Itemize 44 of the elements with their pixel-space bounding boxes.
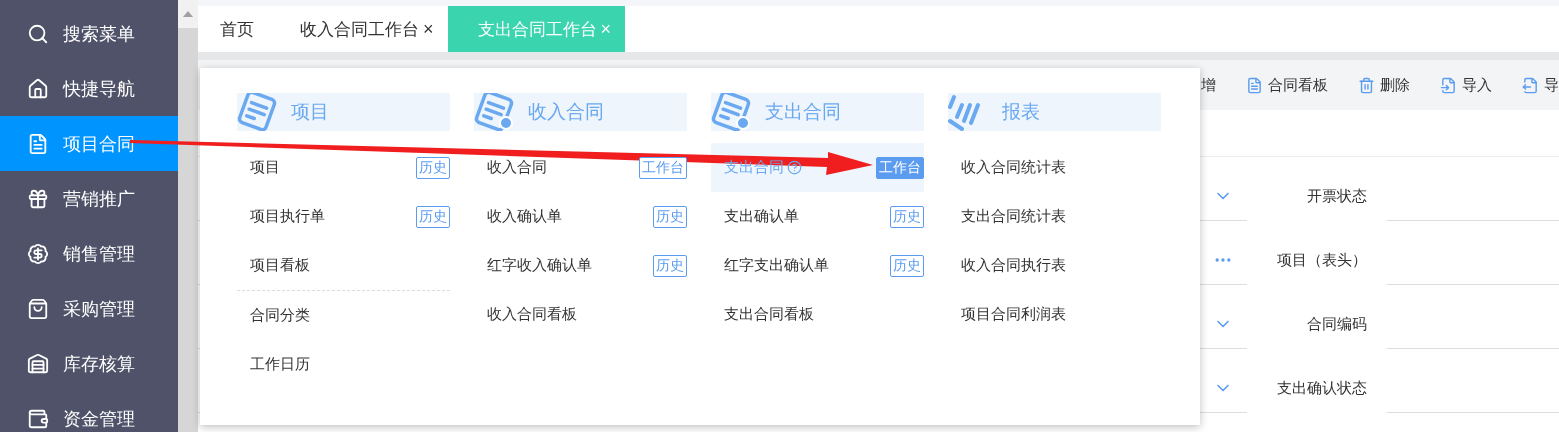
- field-label: 开票状态: [1306, 185, 1368, 206]
- toolbar-button[interactable]: 导: [1522, 75, 1559, 95]
- section-title: 支出合同: [765, 100, 841, 124]
- document-icon: [1246, 76, 1263, 94]
- menu-item[interactable]: 项目 历史: [237, 143, 450, 192]
- menu-item[interactable]: 支出合同统计表: [948, 192, 1161, 241]
- sidebar-item[interactable]: 库存核算: [0, 336, 178, 391]
- menu-item[interactable]: 项目执行单 历史: [237, 192, 450, 241]
- sidebar-item[interactable]: 采购管理: [0, 281, 178, 336]
- export-icon: [1522, 76, 1539, 94]
- sidebar-item[interactable]: 搜索菜单: [0, 6, 178, 61]
- sidebar-item[interactable]: 快捷导航: [0, 61, 178, 116]
- section-title: 报表: [1002, 100, 1040, 124]
- menu-item[interactable]: 支出确认单 历史: [711, 192, 924, 241]
- menu-item[interactable]: 合同分类: [237, 291, 450, 340]
- menu-item[interactable]: 收入合同统计表: [948, 143, 1161, 192]
- menu-item[interactable]: 工作日历: [237, 340, 450, 389]
- trash-icon: [1358, 76, 1375, 94]
- menu-item[interactable]: 项目合同利润表: [948, 290, 1161, 339]
- sidebar-item[interactable]: 营销推广: [0, 171, 178, 226]
- import-icon: [1440, 76, 1457, 94]
- scroll-up-icon[interactable]: [183, 11, 193, 17]
- toolbar-button[interactable]: 导入: [1440, 75, 1492, 95]
- help-icon: [787, 160, 802, 175]
- field-label: 合同编码: [1306, 313, 1368, 334]
- menu-item[interactable]: 收入合同看板: [474, 290, 687, 339]
- menu-item[interactable]: 项目看板: [237, 241, 450, 290]
- section-title: 收入合同: [528, 100, 604, 124]
- toolbar-button[interactable]: 合同看板: [1246, 75, 1328, 95]
- field-label: 支出确认状态: [1276, 377, 1368, 398]
- menu-item[interactable]: 收入确认单 历史: [474, 192, 687, 241]
- sidebar-item[interactable]: 销售管理: [0, 226, 178, 281]
- sidebar-item[interactable]: 资金管理: [0, 391, 178, 432]
- close-icon[interactable]: ×: [423, 18, 434, 40]
- scrollbar[interactable]: [178, 0, 198, 432]
- tab[interactable]: 收入合同工作台 ×: [288, 6, 440, 52]
- menu-item[interactable]: 支出合同看板: [711, 290, 924, 339]
- tab[interactable]: 首页: [208, 6, 260, 52]
- toolbar-button[interactable]: 删除: [1358, 75, 1410, 95]
- section-title: 项目: [291, 100, 329, 124]
- menu-item[interactable]: 收入合同执行表: [948, 241, 1161, 290]
- menu-item[interactable]: 红字收入确认单 历史: [474, 241, 687, 290]
- field-label: 项目（表头）: [1276, 249, 1368, 270]
- menu-item[interactable]: 红字支出确认单 历史: [711, 241, 924, 290]
